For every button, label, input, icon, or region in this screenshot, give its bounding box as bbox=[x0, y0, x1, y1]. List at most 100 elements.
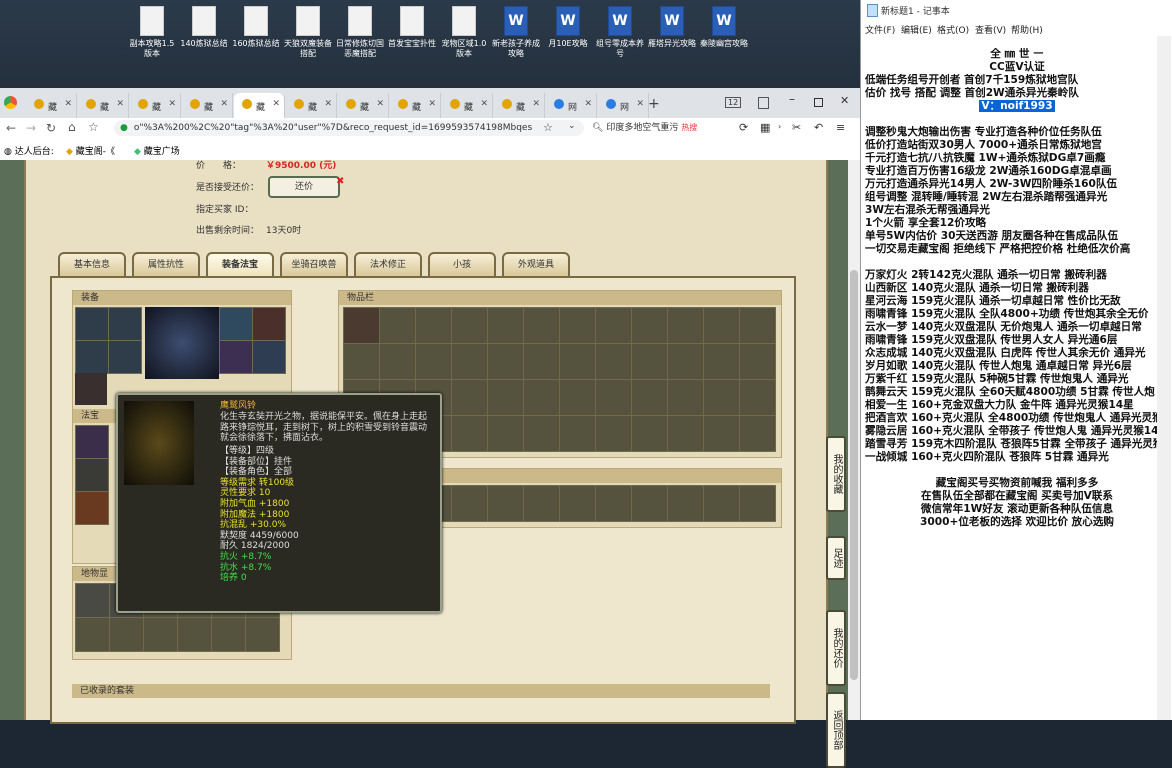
content-tab[interactable]: 坐骑召唤兽 bbox=[280, 252, 348, 278]
tab[interactable]: 网 ✕ bbox=[598, 93, 649, 118]
fabao-slot[interactable] bbox=[76, 426, 108, 458]
fabao-slot[interactable] bbox=[76, 459, 108, 491]
search-box[interactable]: 🔍︎ 印度多地空气重污 热搜 bbox=[592, 120, 732, 136]
equipment-slot[interactable] bbox=[109, 308, 141, 340]
scrollbar-thumb[interactable] bbox=[850, 270, 858, 680]
equipment-slot[interactable] bbox=[75, 373, 107, 405]
notepad-menu-item[interactable]: 帮助(H) bbox=[1011, 23, 1043, 36]
minimize-button[interactable]: – bbox=[789, 92, 795, 106]
desktop-icon[interactable]: 160炼狱总结 bbox=[230, 6, 282, 49]
dropdown-icon[interactable]: ⌄ bbox=[568, 121, 576, 131]
fabao-slot[interactable] bbox=[76, 492, 108, 524]
desktop-icon[interactable]: W 雁塔异光攻略 bbox=[646, 6, 698, 49]
word-document-icon: W bbox=[556, 6, 580, 36]
tab-close-icon[interactable]: ✕ bbox=[584, 99, 592, 109]
tab-close-icon[interactable]: ✕ bbox=[532, 99, 540, 109]
new-tab-button[interactable]: + bbox=[648, 96, 660, 112]
tab-close-icon[interactable]: ✕ bbox=[272, 99, 280, 109]
tab-close-icon[interactable]: ✕ bbox=[168, 99, 176, 109]
url-field[interactable]: ● o"%3A%200%2C%20"tag"%3A%20"user"%7D&rec… bbox=[114, 120, 584, 136]
footprint-button[interactable]: 足迹 bbox=[826, 536, 846, 580]
tab[interactable]: 藏 ✕ bbox=[494, 93, 545, 118]
tab[interactable]: 藏 ✕ bbox=[26, 93, 77, 118]
menu-icon[interactable]: ≡ bbox=[836, 121, 845, 134]
content-tab[interactable]: 小孩 bbox=[428, 252, 496, 278]
bookmark-item[interactable]: ◆ 藏宝阁-《 bbox=[66, 144, 115, 157]
home-icon[interactable]: ⌂ bbox=[68, 120, 76, 134]
close-button[interactable]: ✕ bbox=[840, 94, 849, 107]
desktop-icon[interactable]: 宠物区域1.0版本 bbox=[438, 6, 490, 59]
desktop-icon[interactable]: W 月10E攻略 bbox=[542, 6, 594, 49]
counter-offer-button[interactable]: 还价 bbox=[268, 176, 340, 198]
notepad-menu-item[interactable]: 编辑(E) bbox=[901, 23, 932, 36]
tab[interactable]: 藏 ✕ bbox=[338, 93, 389, 118]
tab-close-icon[interactable]: ✕ bbox=[428, 99, 436, 109]
refresh-icon[interactable]: ⟳ bbox=[739, 121, 748, 134]
equipment-slot[interactable] bbox=[76, 341, 108, 373]
undo-icon[interactable]: ↶ bbox=[814, 121, 823, 134]
tab[interactable]: 藏 ✕ bbox=[442, 93, 493, 118]
tab-close-icon[interactable]: ✕ bbox=[220, 99, 228, 109]
mount-slot[interactable] bbox=[76, 584, 109, 617]
tab-close-icon[interactable]: ✕ bbox=[64, 99, 72, 109]
tab-close-icon[interactable]: ✕ bbox=[376, 99, 384, 109]
tab-count-badge[interactable]: 12 bbox=[725, 97, 742, 108]
tab[interactable]: 藏 ✕ bbox=[286, 93, 337, 118]
back-icon[interactable]: ← bbox=[6, 121, 16, 135]
content-tab[interactable]: 基本信息 bbox=[58, 252, 126, 278]
forward-icon[interactable]: → bbox=[26, 121, 36, 135]
desktop-icon[interactable]: 140炼狱总结 bbox=[178, 6, 230, 49]
bookmark-item[interactable]: ◍ 达人后台: bbox=[4, 144, 54, 157]
browser-logo-icon[interactable] bbox=[4, 96, 17, 109]
bookmark-item[interactable]: ◆ 藏宝广场 bbox=[134, 144, 180, 157]
tab-active[interactable]: 藏 ✕ bbox=[234, 93, 285, 118]
content-tab[interactable]: 法术修正 bbox=[354, 252, 422, 278]
desktop-icon[interactable]: W 组号零成本养号 bbox=[594, 6, 646, 59]
tab[interactable]: 藏 ✕ bbox=[390, 93, 441, 118]
notepad-menu-item[interactable]: 文件(F) bbox=[865, 23, 895, 36]
my-counter-offer-button[interactable]: 我的还价 bbox=[826, 610, 846, 686]
tab-label: 网 bbox=[620, 103, 630, 113]
bookmark-window-icon[interactable] bbox=[758, 97, 769, 109]
tab[interactable]: 藏 ✕ bbox=[182, 93, 233, 118]
notepad-text[interactable]: 全 ㎜ 世 ㇐ CC蓝V认证 低端任务组号开创者 首创7千159炼狱地宫队 估价 找号… bbox=[865, 48, 1169, 529]
desktop-icon[interactable]: 日常修炼切国恶魔搭配 bbox=[334, 6, 386, 59]
my-favorites-button[interactable]: 我的收藏 bbox=[826, 436, 846, 512]
tab[interactable]: 藏 ✕ bbox=[130, 93, 181, 118]
tab-close-icon[interactable]: ✕ bbox=[116, 99, 124, 109]
maximize-button[interactable] bbox=[814, 98, 823, 107]
star-bookmark-icon[interactable]: ☆ bbox=[543, 121, 553, 134]
content-tab[interactable]: 装备法宝 bbox=[206, 252, 274, 278]
scissors-icon[interactable]: ✂ bbox=[792, 121, 801, 134]
reload-icon[interactable]: ↻ bbox=[46, 121, 56, 135]
tab[interactable]: 藏 ✕ bbox=[78, 93, 129, 118]
item-stat-line: 附加魔法 +1800 bbox=[220, 509, 290, 520]
tab-close-icon[interactable]: ✕ bbox=[480, 99, 488, 109]
star-icon[interactable]: ☆ bbox=[88, 120, 99, 134]
tab[interactable]: 网 ✕ bbox=[546, 93, 597, 118]
tab-label: 藏 bbox=[48, 103, 58, 113]
equipment-slot[interactable] bbox=[220, 341, 252, 373]
desktop-icon[interactable]: W 新老孩子养成攻略 bbox=[490, 6, 542, 59]
desktop-icon[interactable]: 副本攻略1.5版本 bbox=[126, 6, 178, 59]
equipment-slot[interactable] bbox=[76, 308, 108, 340]
equipment-slot[interactable] bbox=[253, 341, 285, 373]
desktop-icon[interactable]: 首发宝宝扑性 bbox=[386, 6, 438, 49]
notepad-menu-item[interactable]: 格式(O) bbox=[937, 23, 969, 36]
tab-close-icon[interactable]: ✕ bbox=[324, 99, 332, 109]
content-tab[interactable]: 外观道具 bbox=[502, 252, 570, 278]
desktop-icon[interactable]: 天狼双魔装备搭配 bbox=[282, 6, 334, 59]
inventory-item[interactable] bbox=[344, 308, 379, 343]
arrow-icon[interactable]: › bbox=[778, 122, 781, 131]
tab-close-icon[interactable]: ✕ bbox=[636, 99, 644, 109]
notepad-scrollbar[interactable] bbox=[1157, 36, 1171, 720]
equipment-slot[interactable] bbox=[109, 341, 141, 373]
desktop-icon[interactable]: W 秦陵幽宫攻略 bbox=[698, 6, 750, 49]
scrollbar[interactable] bbox=[848, 160, 860, 720]
back-to-top-button[interactable]: 返回顶部 bbox=[826, 692, 846, 768]
apps-grid-icon[interactable]: ▦ bbox=[760, 121, 770, 134]
equipment-slot[interactable] bbox=[253, 308, 285, 340]
equipment-slot[interactable] bbox=[220, 308, 252, 340]
content-tab[interactable]: 属性抗性 bbox=[132, 252, 200, 278]
notepad-menu-item[interactable]: 查看(V) bbox=[975, 23, 1006, 36]
